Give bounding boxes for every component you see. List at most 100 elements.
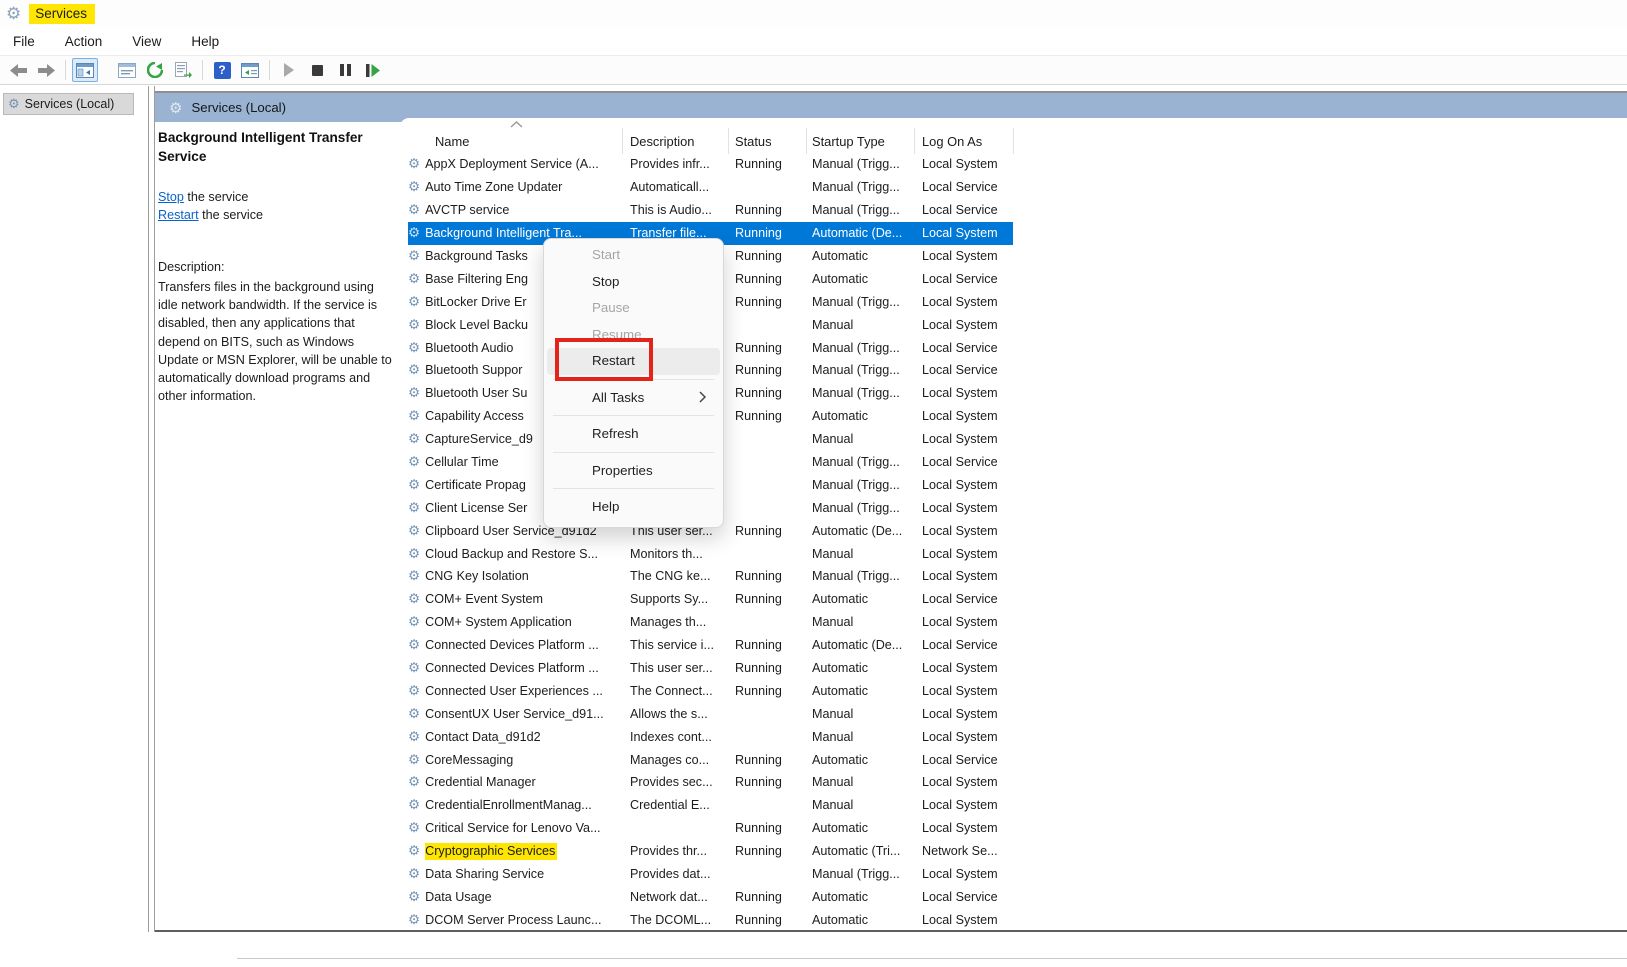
service-name-cell[interactable]: ⚙Critical Service for Lenovo Va... xyxy=(400,817,622,840)
service-name: Bluetooth Suppor xyxy=(425,363,522,377)
stop-service-link[interactable]: Stop xyxy=(158,190,184,204)
restart-service-link[interactable]: Restart xyxy=(158,208,199,222)
service-log-on-as: Local Service xyxy=(914,359,1013,382)
panel-divider[interactable] xyxy=(148,86,155,932)
service-gear-icon: ⚙ xyxy=(408,683,420,699)
column-divider[interactable] xyxy=(914,128,915,154)
service-status xyxy=(728,611,806,634)
table-row[interactable]: ⚙AVCTP serviceThis is Audio...RunningMan… xyxy=(400,199,1627,222)
service-name-cell[interactable]: ⚙ConsentUX User Service_d91... xyxy=(400,702,622,725)
service-log-on-as: Local System xyxy=(914,725,1013,748)
menu-file[interactable]: File xyxy=(13,34,35,49)
window-title: Services xyxy=(29,4,95,24)
service-status xyxy=(728,176,806,199)
column-header-name[interactable]: Name xyxy=(435,130,469,152)
back-icon[interactable] xyxy=(5,58,31,82)
service-description: Automaticall... xyxy=(622,176,728,199)
table-row[interactable]: ⚙Connected Devices Platform ...This user… xyxy=(400,657,1627,680)
pause-service-icon[interactable] xyxy=(332,58,358,82)
table-row[interactable]: ⚙Contact Data_d91d2Indexes cont...Manual… xyxy=(400,725,1627,748)
column-header-description[interactable]: Description xyxy=(630,130,694,152)
service-name: Bluetooth User Su xyxy=(425,386,527,400)
service-name-cell[interactable]: ⚙Cloud Backup and Restore S... xyxy=(400,542,622,565)
restart-service-icon[interactable] xyxy=(360,58,386,82)
service-name-cell[interactable]: ⚙Credential Manager xyxy=(400,771,622,794)
help-icon[interactable]: ? xyxy=(209,58,235,82)
table-row[interactable]: ⚙CredentialEnrollmentManag...Credential … xyxy=(400,794,1627,817)
service-name-cell[interactable]: ⚙AVCTP service xyxy=(400,199,622,222)
context-menu-item-properties[interactable]: Properties xyxy=(547,458,720,485)
table-row[interactable]: ⚙Cryptographic ServicesProvides thr...Ru… xyxy=(400,840,1627,863)
service-log-on-as: Local System xyxy=(914,313,1013,336)
service-name-cell[interactable]: ⚙AppX Deployment Service (A... xyxy=(400,153,622,176)
service-log-on-as: Local System xyxy=(914,153,1013,176)
column-divider[interactable] xyxy=(1013,128,1014,154)
table-row[interactable]: ⚙ConsentUX User Service_d91...Allows the… xyxy=(400,702,1627,725)
service-name-cell[interactable]: ⚙Connected Devices Platform ... xyxy=(400,657,622,680)
table-row[interactable]: ⚙Data Sharing ServiceProvides dat...Manu… xyxy=(400,863,1627,886)
table-row[interactable]: ⚙COM+ System ApplicationManages th...Man… xyxy=(400,611,1627,634)
table-row[interactable]: ⚙AppX Deployment Service (A...Provides i… xyxy=(400,153,1627,176)
context-menu-item-start: Start xyxy=(547,242,720,269)
table-row[interactable]: ⚙CNG Key IsolationThe CNG ke...RunningMa… xyxy=(400,565,1627,588)
table-row[interactable]: ⚙Credential ManagerProvides sec...Runnin… xyxy=(400,771,1627,794)
table-row[interactable]: ⚙Data UsageNetwork dat...RunningAutomati… xyxy=(400,886,1627,909)
show-action-pane-icon[interactable] xyxy=(237,58,263,82)
service-name-cell[interactable]: ⚙Connected User Experiences ... xyxy=(400,679,622,702)
service-description: This user ser... xyxy=(622,657,728,680)
service-name-cell[interactable]: ⚙Data Sharing Service xyxy=(400,863,622,886)
column-header-startup-type[interactable]: Startup Type xyxy=(812,130,885,152)
service-log-on-as: Local System xyxy=(914,405,1013,428)
export-list-icon[interactable] xyxy=(170,58,196,82)
service-log-on-as: Local Service xyxy=(914,588,1013,611)
service-name-cell[interactable]: ⚙Cryptographic Services xyxy=(400,840,622,863)
tree-item-services-local[interactable]: ⚙ Services (Local) xyxy=(3,93,134,115)
context-menu-item-help[interactable]: Help xyxy=(547,494,720,521)
table-row[interactable]: ⚙Connected Devices Platform ...This serv… xyxy=(400,634,1627,657)
menu-view[interactable]: View xyxy=(132,34,161,49)
service-name-cell[interactable]: ⚙CoreMessaging xyxy=(400,748,622,771)
service-name-cell[interactable]: ⚙COM+ System Application xyxy=(400,611,622,634)
table-row[interactable]: ⚙CoreMessagingManages co...RunningAutoma… xyxy=(400,748,1627,771)
show-console-tree-icon[interactable] xyxy=(72,58,98,82)
column-divider[interactable] xyxy=(728,128,729,154)
start-service-icon[interactable] xyxy=(276,58,302,82)
context-menu-item-refresh[interactable]: Refresh xyxy=(547,421,720,448)
column-header-status[interactable]: Status xyxy=(735,130,772,152)
service-startup-type: Automatic xyxy=(806,657,914,680)
table-row[interactable]: ⚙Cloud Backup and Restore S...Monitors t… xyxy=(400,542,1627,565)
table-row[interactable]: ⚙Connected User Experiences ...The Conne… xyxy=(400,679,1627,702)
service-name-cell[interactable]: ⚙Contact Data_d91d2 xyxy=(400,725,622,748)
service-description: Manages co... xyxy=(622,748,728,771)
table-row[interactable]: ⚙Critical Service for Lenovo Va...Runnin… xyxy=(400,817,1627,840)
service-gear-icon: ⚙ xyxy=(408,637,420,653)
column-divider[interactable] xyxy=(806,128,807,154)
table-row[interactable]: ⚙Auto Time Zone UpdaterAutomaticall...Ma… xyxy=(400,176,1627,199)
table-row[interactable]: ⚙COM+ Event SystemSupports Sy...RunningA… xyxy=(400,588,1627,611)
refresh-icon[interactable] xyxy=(142,58,168,82)
menu-help[interactable]: Help xyxy=(191,34,219,49)
context-menu-item-all-tasks[interactable]: All Tasks xyxy=(547,385,720,412)
service-name-cell[interactable]: ⚙DCOM Server Process Launc... xyxy=(400,908,622,931)
services-node-icon: ⚙ xyxy=(8,96,20,112)
service-startup-type: Manual xyxy=(806,428,914,451)
service-name-cell[interactable]: ⚙COM+ Event System xyxy=(400,588,622,611)
forward-icon[interactable] xyxy=(33,58,59,82)
properties-window-icon[interactable] xyxy=(114,58,140,82)
service-gear-icon: ⚙ xyxy=(408,729,420,745)
column-divider[interactable] xyxy=(622,128,623,154)
table-row[interactable]: ⚙DCOM Server Process Launc...The DCOML..… xyxy=(400,908,1627,931)
service-name-cell[interactable]: ⚙CredentialEnrollmentManag... xyxy=(400,794,622,817)
service-name-cell[interactable]: ⚙Connected Devices Platform ... xyxy=(400,634,622,657)
service-log-on-as: Local System xyxy=(914,771,1013,794)
service-name-cell[interactable]: ⚙Auto Time Zone Updater xyxy=(400,176,622,199)
service-status: Running xyxy=(728,267,806,290)
column-header-log-on-as[interactable]: Log On As xyxy=(922,130,982,152)
context-menu-item-stop[interactable]: Stop xyxy=(547,269,720,296)
stop-service-icon[interactable] xyxy=(304,58,330,82)
service-name-cell[interactable]: ⚙CNG Key Isolation xyxy=(400,565,622,588)
service-description: Provides infr... xyxy=(622,153,728,176)
menu-action[interactable]: Action xyxy=(65,34,103,49)
service-gear-icon: ⚙ xyxy=(408,912,420,928)
service-name-cell[interactable]: ⚙Data Usage xyxy=(400,886,622,909)
